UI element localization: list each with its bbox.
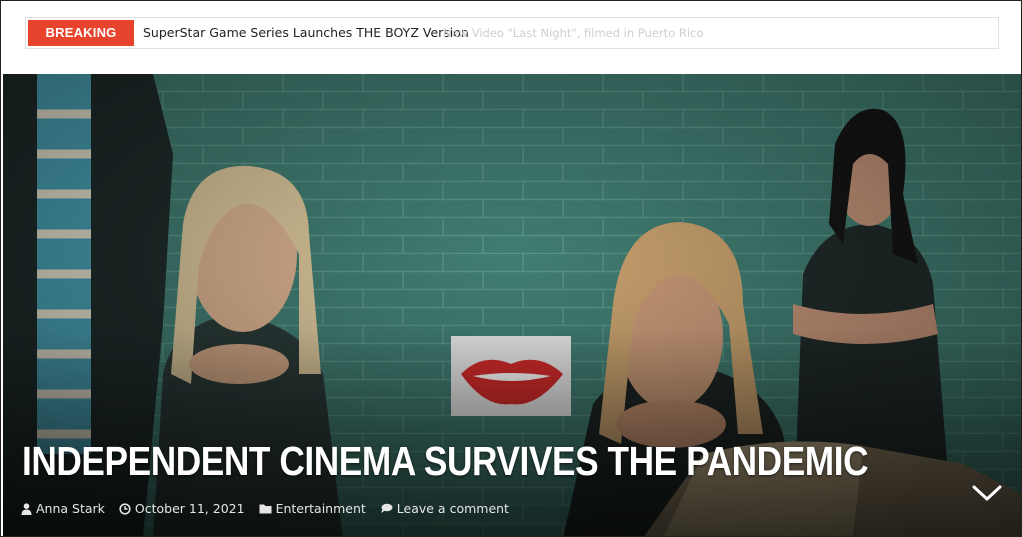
- category-link[interactable]: Entertainment: [276, 501, 366, 516]
- post-meta: Anna Stark October 11, 2021 Entertainmen…: [21, 501, 523, 516]
- page-frame: BREAKING NEWS SuperStar Game Series Laun…: [0, 0, 1022, 537]
- breaking-news-badge: BREAKING NEWS: [28, 20, 134, 66]
- breaking-news-ticker: BREAKING NEWS SuperStar Game Series Laun…: [25, 17, 999, 66]
- folder-icon: [259, 504, 272, 514]
- clock-icon: [119, 502, 131, 515]
- ticker-headline-link-next[interactable]: New Video "Last Night", filmed in Puerto…: [443, 18, 703, 48]
- meta-category: Entertainment: [259, 501, 366, 516]
- user-icon: [21, 502, 32, 515]
- featured-title-link[interactable]: INDEPENDENT CINEMA SURVIVES THE PANDEMIC: [22, 436, 869, 486]
- meta-date: October 11, 2021: [119, 501, 245, 516]
- meta-author: Anna Stark: [21, 501, 105, 516]
- comment-icon: [380, 503, 393, 513]
- date-link[interactable]: October 11, 2021: [135, 501, 245, 516]
- featured-slide[interactable]: INDEPENDENT CINEMA SURVIVES THE PANDEMIC…: [3, 74, 1021, 536]
- chevron-down-icon[interactable]: [971, 482, 1003, 504]
- comments-link[interactable]: Leave a comment: [397, 501, 509, 516]
- author-link[interactable]: Anna Stark: [36, 501, 105, 516]
- meta-comments: Leave a comment: [380, 501, 509, 516]
- ticker-headline-link[interactable]: SuperStar Game Series Launches THE BOYZ …: [143, 18, 469, 48]
